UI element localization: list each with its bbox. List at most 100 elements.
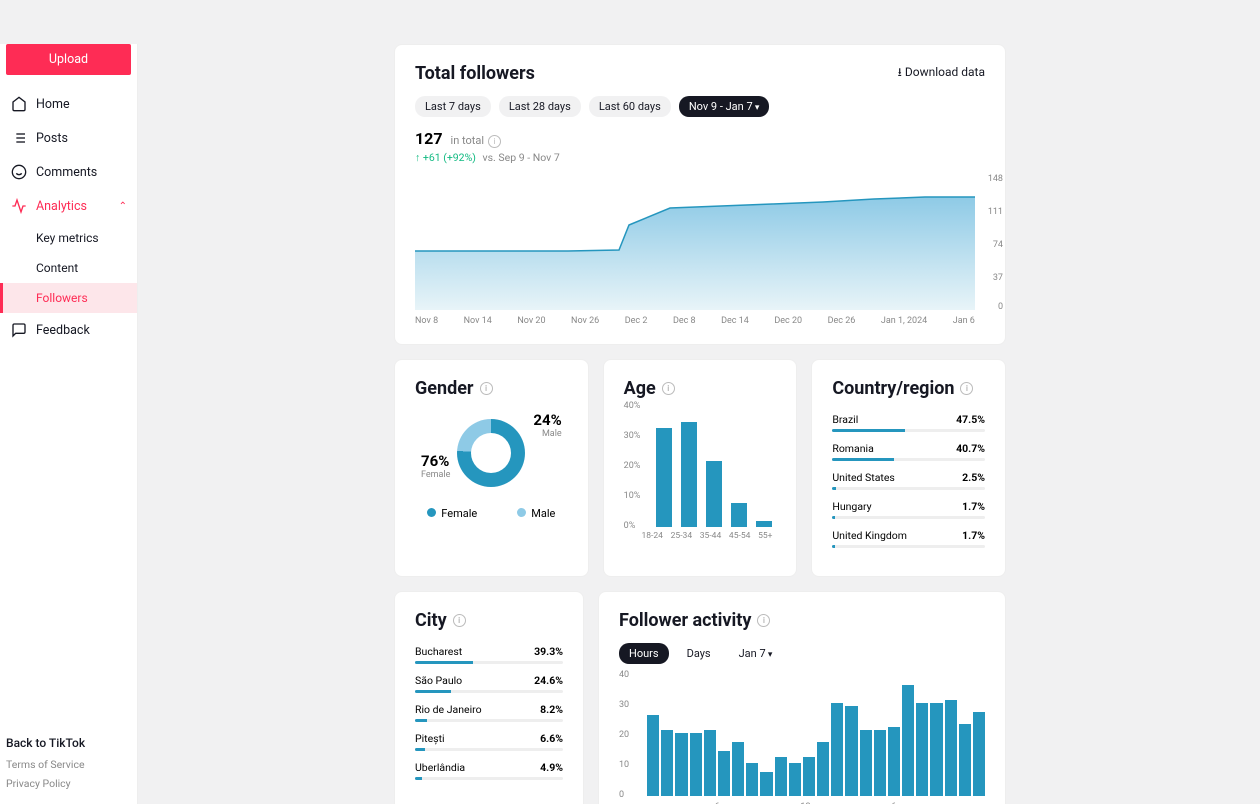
activity-bar [916,703,928,796]
age-card: Agei 40% 30% 20% 10% 0% 18-2425-3435-444… [603,359,798,577]
sidebar-item-label: Analytics [36,199,87,214]
ranked-row: Hungary 1.7% [832,500,985,519]
city-title: Cityi [415,610,563,631]
activity-bar [718,751,730,796]
total-followers-card: ⭳ Download data Total followers Last 7 d… [394,44,1006,345]
info-icon[interactable]: i [453,614,466,627]
pill-custom-range[interactable]: Nov 9 - Jan 7 [679,96,770,117]
activity-bar [959,724,971,796]
main-content: ⭳ Download data Total followers Last 7 d… [138,44,1260,804]
ranked-row: United Kingdom1.7% [832,529,985,548]
gender-card: Genderi 76% Female 24% Male Female Male [394,359,589,577]
gender-title: Genderi [415,378,568,399]
pill-activity-date[interactable]: Jan 7 [729,643,783,664]
pill-hours[interactable]: Hours [619,643,669,664]
male-pct: 24% [533,411,561,429]
total-followers-delta: ↑ +61 (+92%) vs. Sep 9 - Nov 7 [415,151,985,164]
ranked-row: Rio de Janeiro 8.2% [415,703,563,722]
female-pct: 76% [421,452,449,470]
activity-bar [704,730,716,796]
ranked-name: Romania [832,442,873,455]
sidebar-sub-content[interactable]: Content [0,253,137,283]
age-bar-chart: 40% 30% 20% 10% 0% 18-2425-3435-4445-545… [624,407,777,527]
download-data-link[interactable]: ⭳ Download data [898,63,985,84]
y-label: 37 [993,273,1003,283]
activity-bar [675,733,687,796]
topbar [0,0,1260,44]
sidebar-item-posts[interactable]: Posts [0,121,137,155]
sidebar-sub-followers[interactable]: Followers [0,283,137,313]
ranked-row: Romania 40.7% [832,442,985,461]
ranked-value: 2.5% [962,471,985,484]
legend-male: Male [517,507,555,520]
followers-area-chart: 148 111 74 37 0 Nov 8Nov 14Nov 20Nov 26D… [415,178,985,326]
back-to-tiktok-link[interactable]: Back to TikTok [6,736,131,750]
pill-last-28-days[interactable]: Last 28 days [499,96,581,117]
download-icon: ⭳ [898,65,905,79]
home-icon [10,95,28,113]
ranked-name: Uberlândia [415,761,465,774]
sidebar-item-comments[interactable]: Comments [0,155,137,189]
privacy-link[interactable]: Privacy Policy [6,777,131,790]
analytics-icon [10,197,28,215]
info-icon[interactable]: i [757,614,770,627]
ranked-row: Bucharest39.3% [415,645,563,664]
activity-bar [647,715,659,796]
chevron-up-icon: ⌃ [119,201,127,212]
y-label: 0 [998,302,1003,312]
follower-activity-title: Follower activityi [619,610,985,631]
sidebar-item-home[interactable]: Home [0,87,137,121]
ranked-name: Hungary [832,500,871,513]
female-sublabel: Female [421,470,450,480]
upload-button[interactable]: Upload [6,44,131,75]
ranked-value: 40.7% [956,442,985,455]
info-icon[interactable]: i [662,382,675,395]
sidebar-item-label: Comments [36,165,97,180]
ranked-value: 4.9% [540,761,563,774]
info-icon[interactable]: i [480,382,493,395]
country-card: Country/regioni Brazil47.5% Romania 40.7%… [811,359,1006,577]
ranked-name: Pitești [415,732,445,745]
pill-last-7-days[interactable]: Last 7 days [415,96,491,117]
activity-bar [860,730,872,796]
info-icon[interactable]: i [960,382,973,395]
country-title: Country/regioni [832,378,985,399]
feedback-icon [10,321,28,339]
pill-days[interactable]: Days [677,643,721,664]
ranked-row: Brazil47.5% [832,413,985,432]
male-sublabel: Male [542,429,562,439]
ranked-value: 6.6% [540,732,563,745]
total-followers-title: Total followers [415,63,898,84]
sidebar-item-label: Posts [36,131,68,146]
ranked-name: Brazil [832,413,858,426]
y-label: 111 [988,207,1003,217]
sidebar-sub-key-metrics[interactable]: Key metrics [0,223,137,253]
ranked-value: 1.7% [962,529,985,542]
posts-icon [10,129,28,147]
activity-bar [661,730,673,796]
ranked-row: Uberlândia 4.9% [415,761,563,780]
ranked-value: 8.2% [540,703,563,716]
ranked-name: Rio de Janeiro [415,703,482,716]
sidebar: Upload Home Posts Comments Analytics ⌃ K… [0,44,138,804]
ranked-row: United States 2.5% [832,471,985,490]
activity-bar [690,733,702,796]
sidebar-item-label: Home [36,97,70,112]
tos-link[interactable]: Terms of Service [6,758,131,771]
info-icon[interactable]: i [488,135,501,148]
sidebar-item-feedback[interactable]: Feedback [0,313,137,347]
activity-bar [831,703,843,796]
chevron-down-icon [766,647,773,660]
comments-icon [10,163,28,181]
pill-last-60-days[interactable]: Last 60 days [589,96,671,117]
activity-bar [732,742,744,796]
activity-bar [775,757,787,796]
sidebar-item-analytics[interactable]: Analytics ⌃ [0,189,137,223]
activity-bar [817,742,829,796]
ranked-name: United States [832,471,895,484]
activity-bar [902,685,914,796]
ranked-value: 1.7% [962,500,985,513]
gender-donut-chart [457,419,525,487]
activity-bar [760,772,772,796]
total-followers-suffix: in total [451,134,485,147]
